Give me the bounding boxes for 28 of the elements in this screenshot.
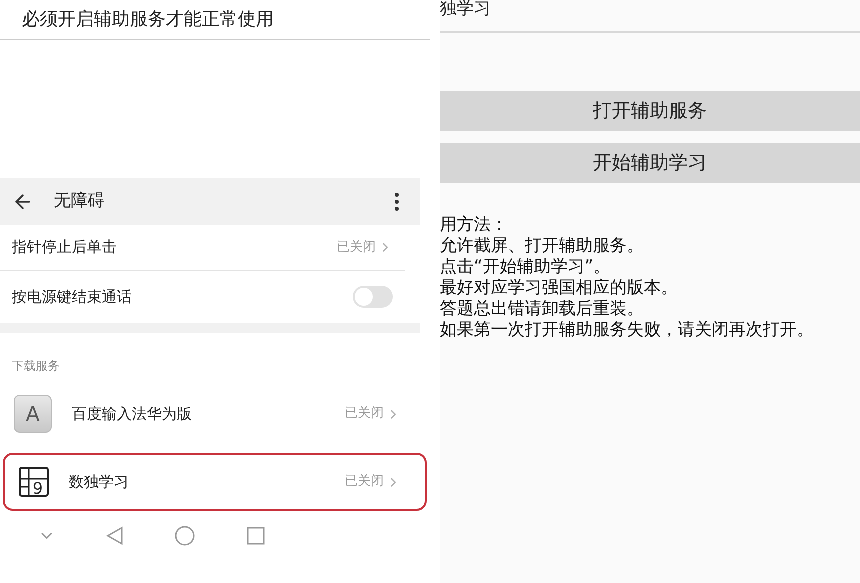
home-icon[interactable] [174, 525, 196, 547]
service-name[interactable]: 百度输入法华为版 [72, 402, 192, 426]
instruction-line: 点击“开始辅助学习”。 [440, 257, 612, 278]
banner-text: 必须开启辅助服务才能正常使用 [22, 8, 274, 32]
keyboard-app-icon: A [14, 395, 52, 433]
setting-label[interactable]: 指针停止后单击 [12, 236, 117, 259]
instruction-line: 如果第一次打开辅助服务失败，请关闭再次打开。 [440, 320, 815, 341]
more-menu-icon[interactable] [394, 192, 400, 212]
status-text: 已关闭 [345, 473, 384, 492]
status-text: 已关闭 [337, 238, 376, 257]
instruction-line: 答题总出错请卸载后重装。 [440, 299, 645, 320]
service-row[interactable]: A 百度输入法华为版 已关闭 [0, 385, 425, 443]
app-title: 独学习 [440, 1, 491, 18]
toggle-switch[interactable] [353, 286, 393, 308]
service-name[interactable]: 数独学习 [69, 470, 129, 494]
instruction-line: 用方法： [440, 215, 509, 236]
recents-icon[interactable] [246, 526, 266, 546]
screen-title: 无障碍 [54, 190, 105, 213]
action-button[interactable]: 打开辅助服务 [440, 91, 860, 131]
back-icon[interactable] [106, 526, 124, 546]
sudoku-grid-icon: 9 [19, 467, 49, 497]
circled-service-row[interactable]: 9 数独学习 已关闭 [3, 453, 427, 511]
section-header: 下载服务 [12, 358, 60, 375]
status-text: 已关闭 [345, 405, 384, 424]
setting-label[interactable]: 按电源键结束通话 [12, 286, 132, 308]
instruction-line: 最好对应学习强国相应的版本。 [440, 278, 679, 299]
action-button[interactable]: 开始辅助学习 [440, 143, 860, 183]
instruction-line: 允许截屏、打开辅助服务。 [440, 236, 645, 257]
